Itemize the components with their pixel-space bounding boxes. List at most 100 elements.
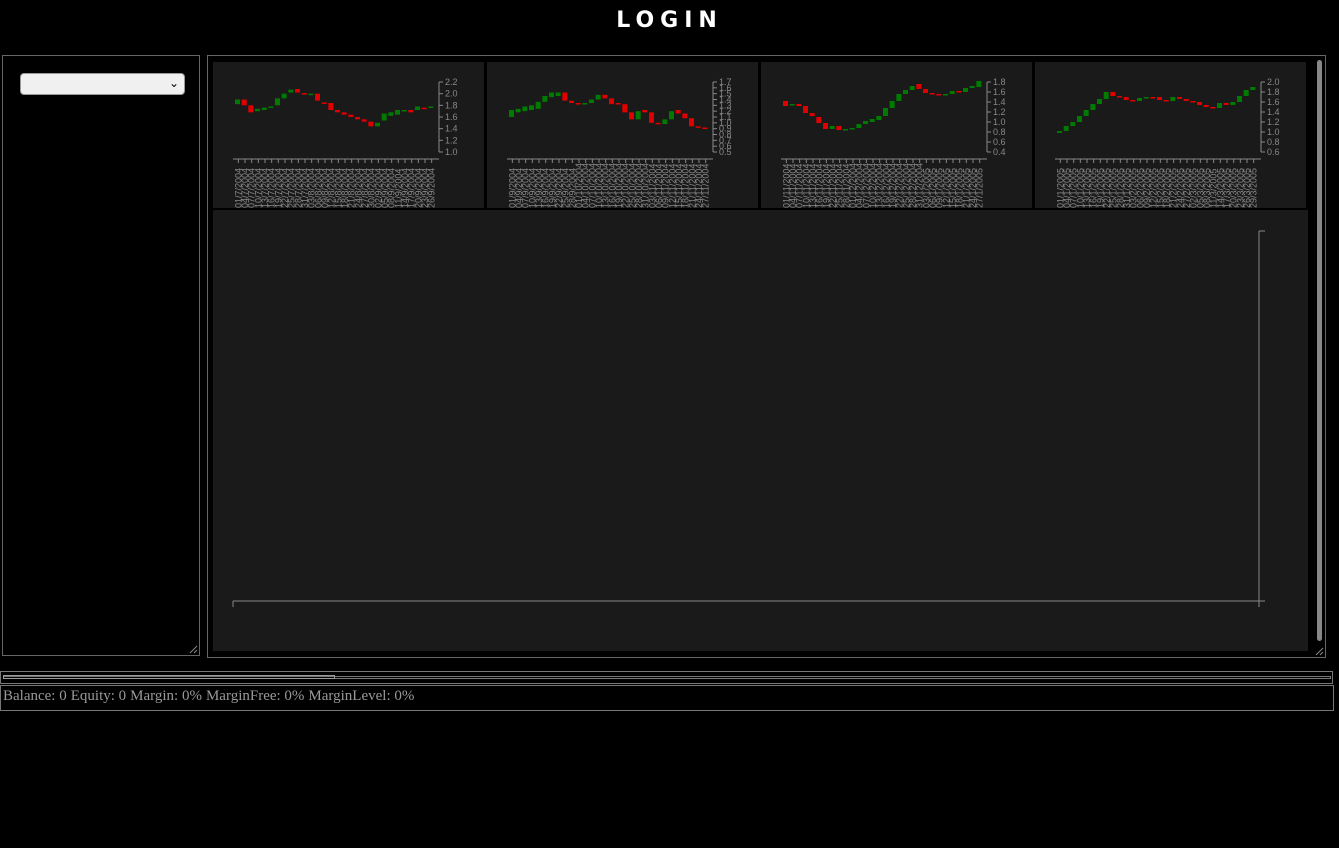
candle: [823, 123, 828, 129]
candle: [662, 119, 668, 124]
candle: [803, 106, 808, 113]
candle: [856, 124, 862, 128]
candle: [1117, 96, 1122, 98]
y-tick-label: 1.2: [1267, 117, 1280, 127]
candle: [963, 88, 968, 92]
candle: [1070, 122, 1076, 126]
candle: [836, 126, 842, 130]
x-tick-label: 27/1/2005: [975, 168, 985, 208]
mini-chart-3[interactable]: 0.4 0.6 0.8 1.0 1.2 1.4 1.6 1.8 01/11/2004 04/11/…: [761, 62, 1032, 208]
y-tick-label: 1.8: [993, 77, 1006, 87]
candle: [1057, 131, 1062, 133]
candle: [655, 122, 661, 125]
candle: [388, 112, 394, 116]
candle: [1217, 103, 1222, 108]
y-tick-label: 1.7: [719, 77, 732, 87]
candle: [421, 107, 427, 110]
candle: [415, 106, 420, 110]
candle: [702, 127, 708, 129]
candle: [401, 110, 407, 112]
candle: [923, 89, 928, 93]
candle: [1190, 101, 1196, 103]
candle: [361, 119, 367, 122]
candle: [1203, 105, 1209, 107]
y-tick-label: 1.2: [445, 135, 458, 145]
mini-chart-1[interactable]: 1.0 1.2 1.4 1.6 1.8 2.0 2.2 01/7/2004 04/7/2004 0…: [213, 62, 484, 208]
candle: [569, 100, 574, 103]
candle: [1103, 92, 1109, 99]
candle: [936, 94, 942, 96]
mini-chart-2-svg: 0.50.60.70.80.91.01.11.21.31.41.51.61.70…: [507, 77, 732, 208]
candle: [1177, 97, 1182, 99]
candle: [929, 93, 935, 95]
vertical-scrollbar[interactable]: [1317, 60, 1322, 641]
candle: [635, 111, 641, 120]
candle: [542, 96, 548, 102]
candle: [1063, 126, 1069, 131]
candle: [368, 121, 374, 127]
candle: [582, 103, 588, 105]
mini-chart-4-svg: 0.60.81.01.21.41.61.82.001/1/200504/1/20…: [1055, 77, 1280, 208]
horizontal-scrollbar-thumb[interactable]: [3, 675, 335, 679]
chevron-down-icon: ⌄: [168, 76, 179, 90]
symbol-panel: ⌄: [2, 55, 200, 656]
y-tick-label: 2.0: [445, 89, 458, 99]
resize-handle-icon[interactable]: [189, 645, 198, 654]
main-chart-svg: [232, 230, 1265, 607]
candle: [335, 110, 340, 113]
y-tick-label: 1.6: [1267, 97, 1280, 107]
mini-chart-4[interactable]: 0.6 0.8 1.0 1.2 1.4 1.6 1.8 2.0 01/1/2005 04/1/20…: [1035, 62, 1306, 208]
y-tick-label: 0.6: [993, 137, 1006, 147]
candle: [695, 126, 701, 128]
candle: [1230, 102, 1236, 105]
main-chart[interactable]: [213, 210, 1308, 651]
candle: [1157, 97, 1162, 100]
candle: [275, 98, 280, 106]
x-tick-label: 29/3/2005: [1249, 168, 1259, 208]
candle: [408, 110, 414, 113]
y-tick-label: 2.0: [1267, 77, 1280, 87]
candle: [1170, 97, 1176, 101]
mini-chart-2[interactable]: 0.5 0.6 0.7 0.8 0.9 1.0 1.1 1.2 1.3 1.4 1.5 1.6 1.7 0…: [487, 62, 758, 208]
candle: [1163, 100, 1169, 102]
candle: [829, 126, 835, 129]
candle: [1143, 97, 1149, 99]
candle: [381, 113, 387, 121]
candle: [509, 110, 514, 117]
candle: [609, 98, 614, 105]
candle: [288, 89, 294, 93]
candle: [562, 92, 568, 101]
candle: [375, 122, 380, 127]
candle: [1183, 99, 1189, 101]
candle: [796, 104, 802, 106]
candle: [649, 112, 654, 123]
candle: [515, 108, 521, 113]
candle: [522, 106, 528, 112]
resize-handle-icon[interactable]: [1315, 647, 1324, 656]
candle: [956, 91, 962, 93]
x-tick-label: 27/11/2004: [701, 164, 711, 208]
y-tick-label: 0.8: [1267, 137, 1280, 147]
balance-text: Balance: 0: [3, 688, 67, 704]
y-tick-label: 1.8: [1267, 87, 1280, 97]
candle: [595, 94, 601, 100]
candle: [1137, 98, 1142, 101]
page-title: LOGIN: [616, 8, 723, 33]
candle: [889, 101, 895, 108]
candle: [876, 116, 882, 120]
candle: [348, 114, 354, 117]
candle: [642, 110, 648, 113]
y-tick-label: 0.4: [993, 147, 1006, 157]
candle: [395, 110, 400, 115]
y-tick-label: 1.6: [993, 87, 1006, 97]
margin-level-text: MarginLevel: 0%: [308, 688, 415, 704]
symbol-select[interactable]: ⌄: [20, 73, 185, 95]
candle: [903, 90, 908, 94]
horizontal-scrollbar[interactable]: [0, 671, 1333, 684]
candle: [589, 99, 594, 103]
candle: [241, 99, 247, 106]
candle: [1090, 104, 1096, 110]
candle: [549, 92, 554, 98]
candle: [783, 101, 788, 106]
candle: [1223, 103, 1229, 105]
